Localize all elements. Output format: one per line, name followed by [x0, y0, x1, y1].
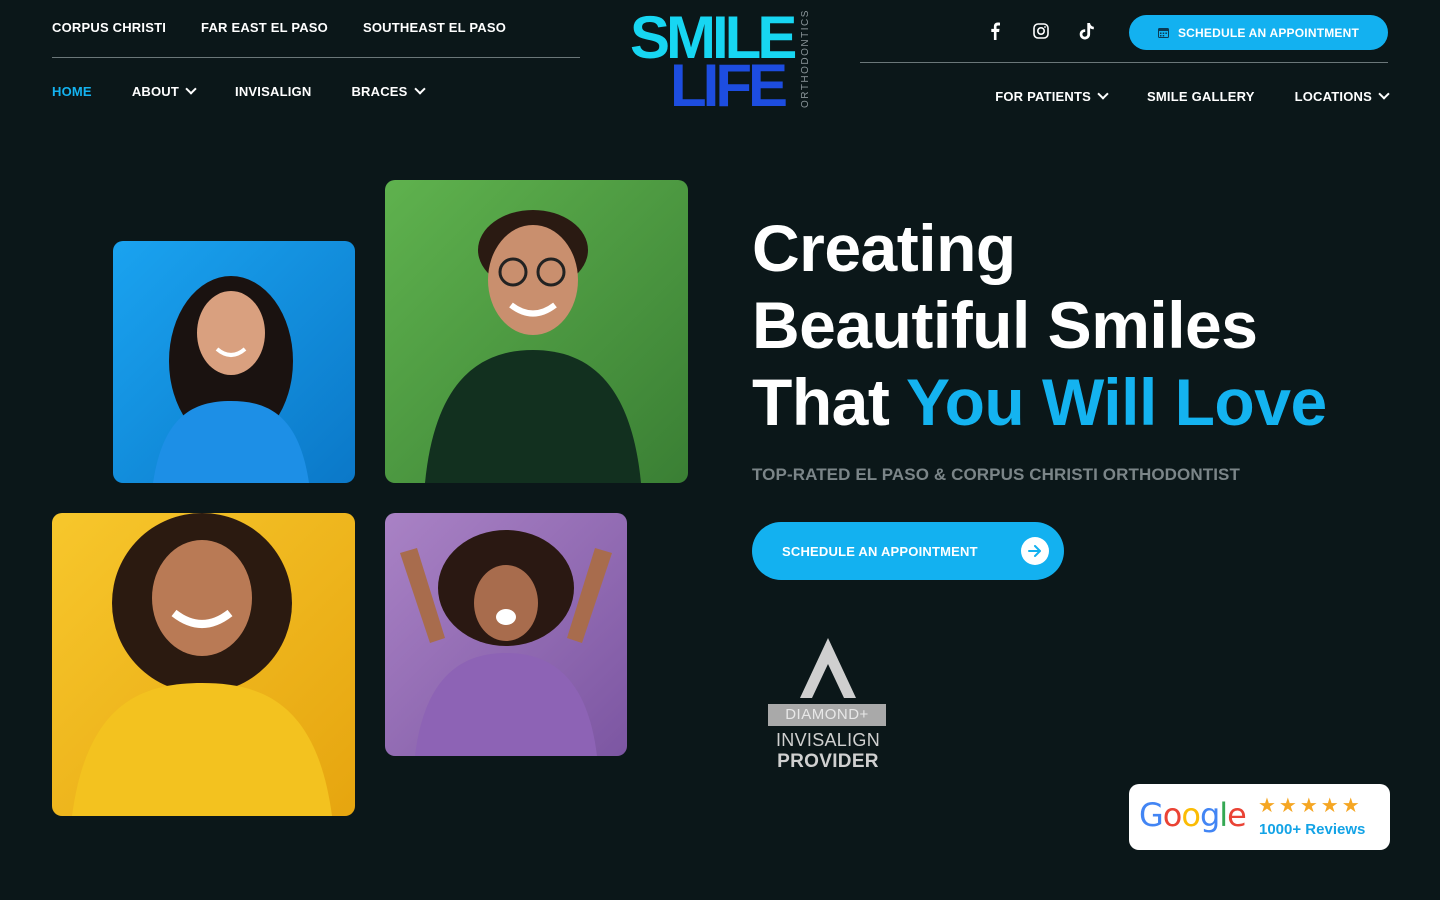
nav-item-label: BRACES — [351, 84, 408, 99]
nav-item-label: FOR PATIENTS — [995, 89, 1092, 104]
hero-headline-line1: Creating — [752, 211, 1016, 285]
logo[interactable]: SMILE LIFE ORTHODONTICS — [630, 8, 815, 119]
location-link-far-east-el-paso[interactable]: FAR EAST EL PASO — [201, 20, 328, 35]
google-reviews-widget[interactable]: Google ★★★★★ 1000+ Reviews — [1129, 784, 1390, 850]
nav-item-label: SMILE GALLERY — [1147, 89, 1255, 104]
hero-cta-label: SCHEDULE AN APPOINTMENT — [782, 543, 978, 559]
location-link-corpus-christi[interactable]: CORPUS CHRISTI — [52, 20, 166, 35]
nav-divider-left — [52, 57, 580, 58]
locations-nav: CORPUS CHRISTI FAR EAST EL PASO SOUTHEAS… — [52, 20, 506, 35]
social-links — [984, 20, 1098, 42]
location-link-southeast-el-paso[interactable]: SOUTHEAST EL PASO — [363, 20, 506, 35]
nav-item-smile-gallery[interactable]: SMILE GALLERY — [1147, 89, 1255, 104]
invisalign-provider-badge: DIAMOND+ INVISALIGN PROVIDER — [766, 636, 890, 776]
arrow-right-icon — [1021, 537, 1049, 565]
logo-tagline: ORTHODONTICS — [800, 9, 811, 108]
main-nav-right: FOR PATIENTS SMILE GALLERY LOCATIONS — [995, 88, 1390, 104]
tiktok-icon[interactable] — [1076, 20, 1098, 42]
nav-item-home[interactable]: HOME — [52, 84, 92, 99]
nav-item-for-patients[interactable]: FOR PATIENTS — [995, 88, 1109, 104]
hero-headline: Creating Beautiful Smiles That You Will … — [752, 210, 1327, 441]
chevron-down-icon — [1378, 88, 1390, 100]
hero-headline-accent: You Will Love — [905, 365, 1327, 439]
schedule-button-label: SCHEDULE AN APPOINTMENT — [1177, 25, 1360, 40]
hero-photo-woman-purple — [385, 513, 627, 756]
schedule-appointment-button-hero[interactable]: SCHEDULE AN APPOINTMENT — [752, 522, 1064, 580]
calendar-icon — [1157, 28, 1169, 38]
badge-brand: INVISALIGN — [775, 730, 881, 750]
rating-stars: ★★★★★ — [1258, 795, 1363, 817]
instagram-icon[interactable] — [1030, 20, 1052, 42]
nav-item-label: INVISALIGN — [235, 84, 312, 99]
logo-life: LIFE — [670, 52, 788, 119]
invisalign-triangle-logo — [800, 638, 856, 698]
nav-item-about[interactable]: ABOUT — [131, 83, 197, 99]
hero-headline-line2: Beautiful Smiles — [752, 288, 1258, 362]
google-logo: Google — [1139, 796, 1247, 834]
hero-subtitle: TOP-RATED EL PASO & CORPUS CHRISTI ORTHO… — [752, 465, 1240, 484]
nav-item-invisalign[interactable]: INVISALIGN — [235, 84, 311, 99]
chevron-down-icon — [1097, 88, 1109, 100]
main-nav-left: HOME ABOUT INVISALIGN BRACES — [52, 83, 426, 99]
hero-headline-line3: That You Will Love — [752, 364, 1327, 441]
nav-item-locations[interactable]: LOCATIONS — [1294, 88, 1390, 104]
badge-tier: DIAMOND+ — [768, 704, 886, 726]
badge-role: PROVIDER — [777, 751, 879, 772]
hero-photo-woman-yellow — [52, 513, 355, 816]
nav-item-label: ABOUT — [131, 84, 180, 99]
hero-photo-man-green — [385, 180, 688, 483]
nav-divider-right — [860, 62, 1388, 63]
chevron-down-icon — [185, 83, 197, 95]
facebook-icon[interactable] — [984, 20, 1006, 42]
review-count: 1000+ Reviews — [1259, 821, 1366, 838]
nav-item-braces[interactable]: BRACES — [351, 83, 426, 99]
nav-item-label: LOCATIONS — [1294, 89, 1372, 104]
schedule-appointment-button-header[interactable]: SCHEDULE AN APPOINTMENT — [1129, 15, 1388, 50]
hero-photo-woman-blue — [113, 241, 355, 483]
chevron-down-icon — [413, 83, 426, 95]
nav-item-label: HOME — [52, 84, 92, 99]
hero-headline-plain: That — [752, 365, 906, 439]
